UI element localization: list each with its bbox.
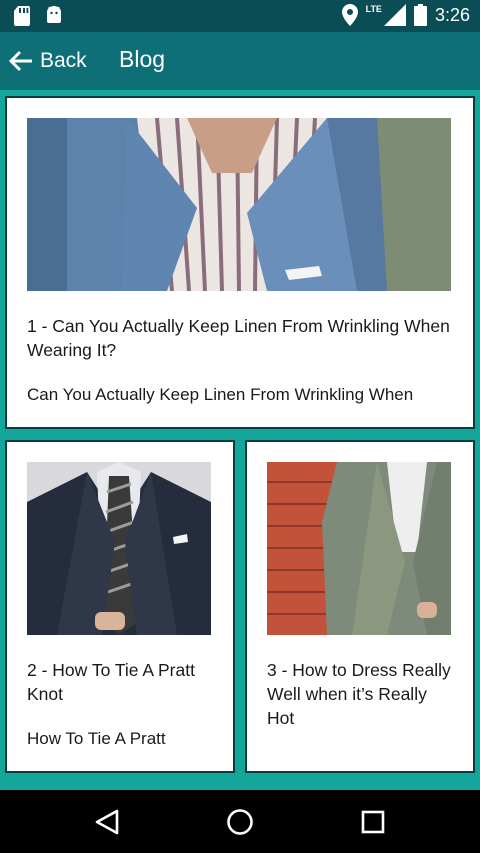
post-card-1[interactable]: 1 - Can You Actually Keep Linen From Wri… [5,96,475,429]
post-card-2[interactable]: 2 - How To Tie A Pratt Knot How To Tie A… [5,440,235,773]
post-card-3[interactable]: 3 - How to Dress Really Well when it’s R… [245,440,475,773]
lte-signal-icon [383,4,406,26]
battery-icon [413,4,427,26]
nav-recents-button[interactable] [353,804,393,840]
app-bar: Back Blog [0,32,480,90]
post-title-1: 1 - Can You Actually Keep Linen From Wri… [27,316,450,360]
blog-list: 1 - Can You Actually Keep Linen From Wri… [0,90,480,790]
back-button[interactable]: Back [8,44,87,78]
home-circle-icon [227,809,253,835]
post-title-3: 3 - How to Dress Really Well when it’s R… [267,660,451,728]
post-image-3 [267,462,451,635]
status-time: 3:26 [434,4,470,25]
back-triangle-icon [95,809,119,835]
post-image-2 [27,462,211,635]
post-excerpt-1: Can You Actually Keep Linen From Wrinkli… [27,385,414,404]
status-bar: LTE 3:26 [0,0,480,32]
android-icon [47,6,61,23]
sd-card-icon [14,6,30,26]
location-icon [341,4,358,26]
post-title-2: 2 - How To Tie A Pratt Knot [27,660,195,704]
post-image-1 [27,118,451,291]
status-right-icons: LTE 3:26 [341,4,470,26]
back-label: Back [40,49,87,72]
page-title: Blog [119,46,166,72]
status-left-icons [14,6,64,26]
lte-label: LTE [365,4,382,14]
recents-square-icon [361,810,385,834]
arrow-left-icon [8,50,32,72]
nav-home-button[interactable] [220,804,260,840]
post-excerpt-2: How To Tie A Pratt [27,729,166,748]
system-nav-bar [0,790,480,853]
nav-back-button[interactable] [87,804,127,840]
